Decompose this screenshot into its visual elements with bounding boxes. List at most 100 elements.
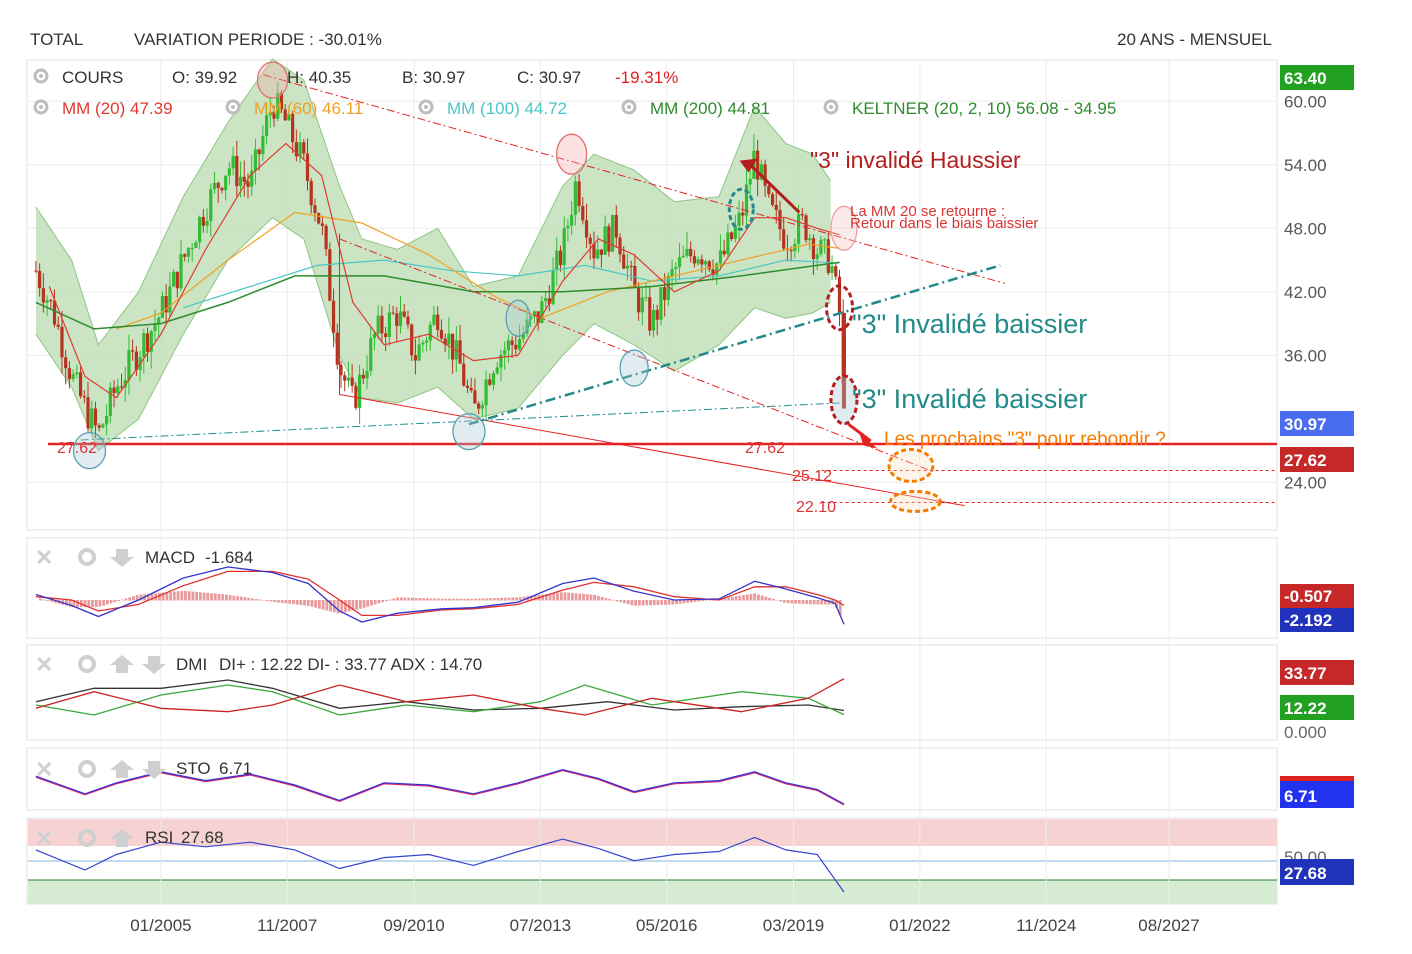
candle-body [235,155,239,187]
candle-body [651,309,656,331]
macd-histogram-bar [459,598,463,601]
candle-body [685,248,689,256]
macd-histogram-bar [760,595,764,601]
macd-histogram-bar [425,598,429,601]
candle-body [142,333,146,358]
macd-histogram-bar [678,600,682,604]
candle-body [618,237,622,255]
candle-body [190,248,194,250]
candle-body [369,338,373,371]
macd-histogram-bar [370,600,373,606]
candle-body [789,249,793,252]
candle-body [439,329,444,339]
macd-histogram-bar [771,598,775,601]
macd-histogram-bar [303,600,306,606]
candle-body [622,254,626,269]
macd-histogram-bar [797,600,801,604]
chart-canvas[interactable]: 01/2005 11/2007 09/2010 07/2013 05/2016 03/20… [0,0,1412,954]
candle-body [78,372,83,397]
badge-diminus-text: 33.77 [1284,664,1327,683]
x-tick-label: 11/2024 [1016,916,1076,935]
candle-body [663,287,667,300]
legend-high: H: 40.35 [287,68,351,87]
macd-histogram-bar [570,592,574,601]
macd-histogram-bar [105,600,109,605]
macd-histogram-bar [210,593,213,601]
candle-body [659,287,663,320]
macd-histogram-bar [184,590,187,601]
candle-body [815,254,819,259]
candle-body [346,377,351,381]
macd-histogram-bar [756,594,760,601]
level-label-2210: 22.10 [796,499,836,516]
candle-body [101,424,105,428]
macd-histogram-bar [634,600,638,606]
macd-histogram-bar [667,600,671,605]
macd-histogram-bar [172,591,176,601]
circle-target-2512 [887,447,935,483]
candle-body [376,315,380,334]
macd-histogram-bar [440,598,444,601]
macd-histogram-bar [749,593,753,601]
candle-body [261,136,265,155]
macd-histogram-bar [288,600,292,604]
dmi-panel[interactable] [26,644,1278,741]
badge-macd-signal: -0.507 [1280,584,1354,608]
macd-histogram-bar [314,600,318,608]
macd-histogram-bar [615,600,619,602]
macd-histogram-bar [481,598,485,601]
macd-histogram-bar [585,594,589,601]
macd-histogram-bar [455,598,459,601]
badge-rsi-text: 27.68 [1284,864,1327,883]
candle-body [56,324,60,327]
candle-body [808,238,812,241]
candle-body [220,187,224,191]
legend-mm60: MM (60) 46.11 [254,99,363,118]
macd-histogram-bar [444,598,448,601]
macd-histogram-bar [169,591,173,601]
candle-body [402,311,406,317]
macd-histogram-bar [671,600,675,605]
legend-close: C: 30.97 [517,68,581,87]
candle-body [194,242,198,249]
rsi-label: RSI [145,828,173,847]
macd-histogram-bar [641,600,645,606]
candle-body [737,212,741,226]
close-icon[interactable]: ✕ [35,826,53,851]
close-icon[interactable]: ✕ [35,652,53,677]
macd-histogram-bar [236,596,239,601]
badge-high-text: 63.40 [1284,69,1327,88]
macd-histogram-bar [656,600,660,605]
candle-body [834,266,838,277]
macd-histogram-bar [269,600,273,602]
macd-histogram-bar [195,591,199,601]
candle-body [198,217,202,243]
circle-high-2007 [256,61,289,99]
candle-body [320,223,324,226]
macd-histogram-bar [384,600,388,602]
circle-mid-2013 [505,299,531,337]
macd-histogram-bar [786,600,790,604]
close-icon[interactable]: ✕ [35,545,53,570]
candle-body [391,312,395,314]
candle-body [562,228,566,266]
macd-histogram-bar [697,600,701,602]
macd-histogram-bar [649,600,652,606]
x-tick-label: 11/2007 [257,916,317,935]
candle-body [718,250,723,264]
candle-body [607,226,611,252]
candle-body [756,150,760,180]
candle-body [75,372,79,375]
macd-histogram-bar [682,600,686,604]
macd-histogram-bar [582,593,585,601]
candle-body [361,374,365,379]
candle-body [477,403,481,409]
candle-body [171,271,176,287]
candle-body [692,256,697,264]
badge-support: 27.62 [1280,447,1354,472]
macd-histogram-bar [693,600,697,602]
x-tick-label: 08/2027 [1138,916,1199,935]
candle-body [644,297,648,299]
macd-histogram-bar [500,597,504,601]
close-icon[interactable]: ✕ [35,757,53,782]
